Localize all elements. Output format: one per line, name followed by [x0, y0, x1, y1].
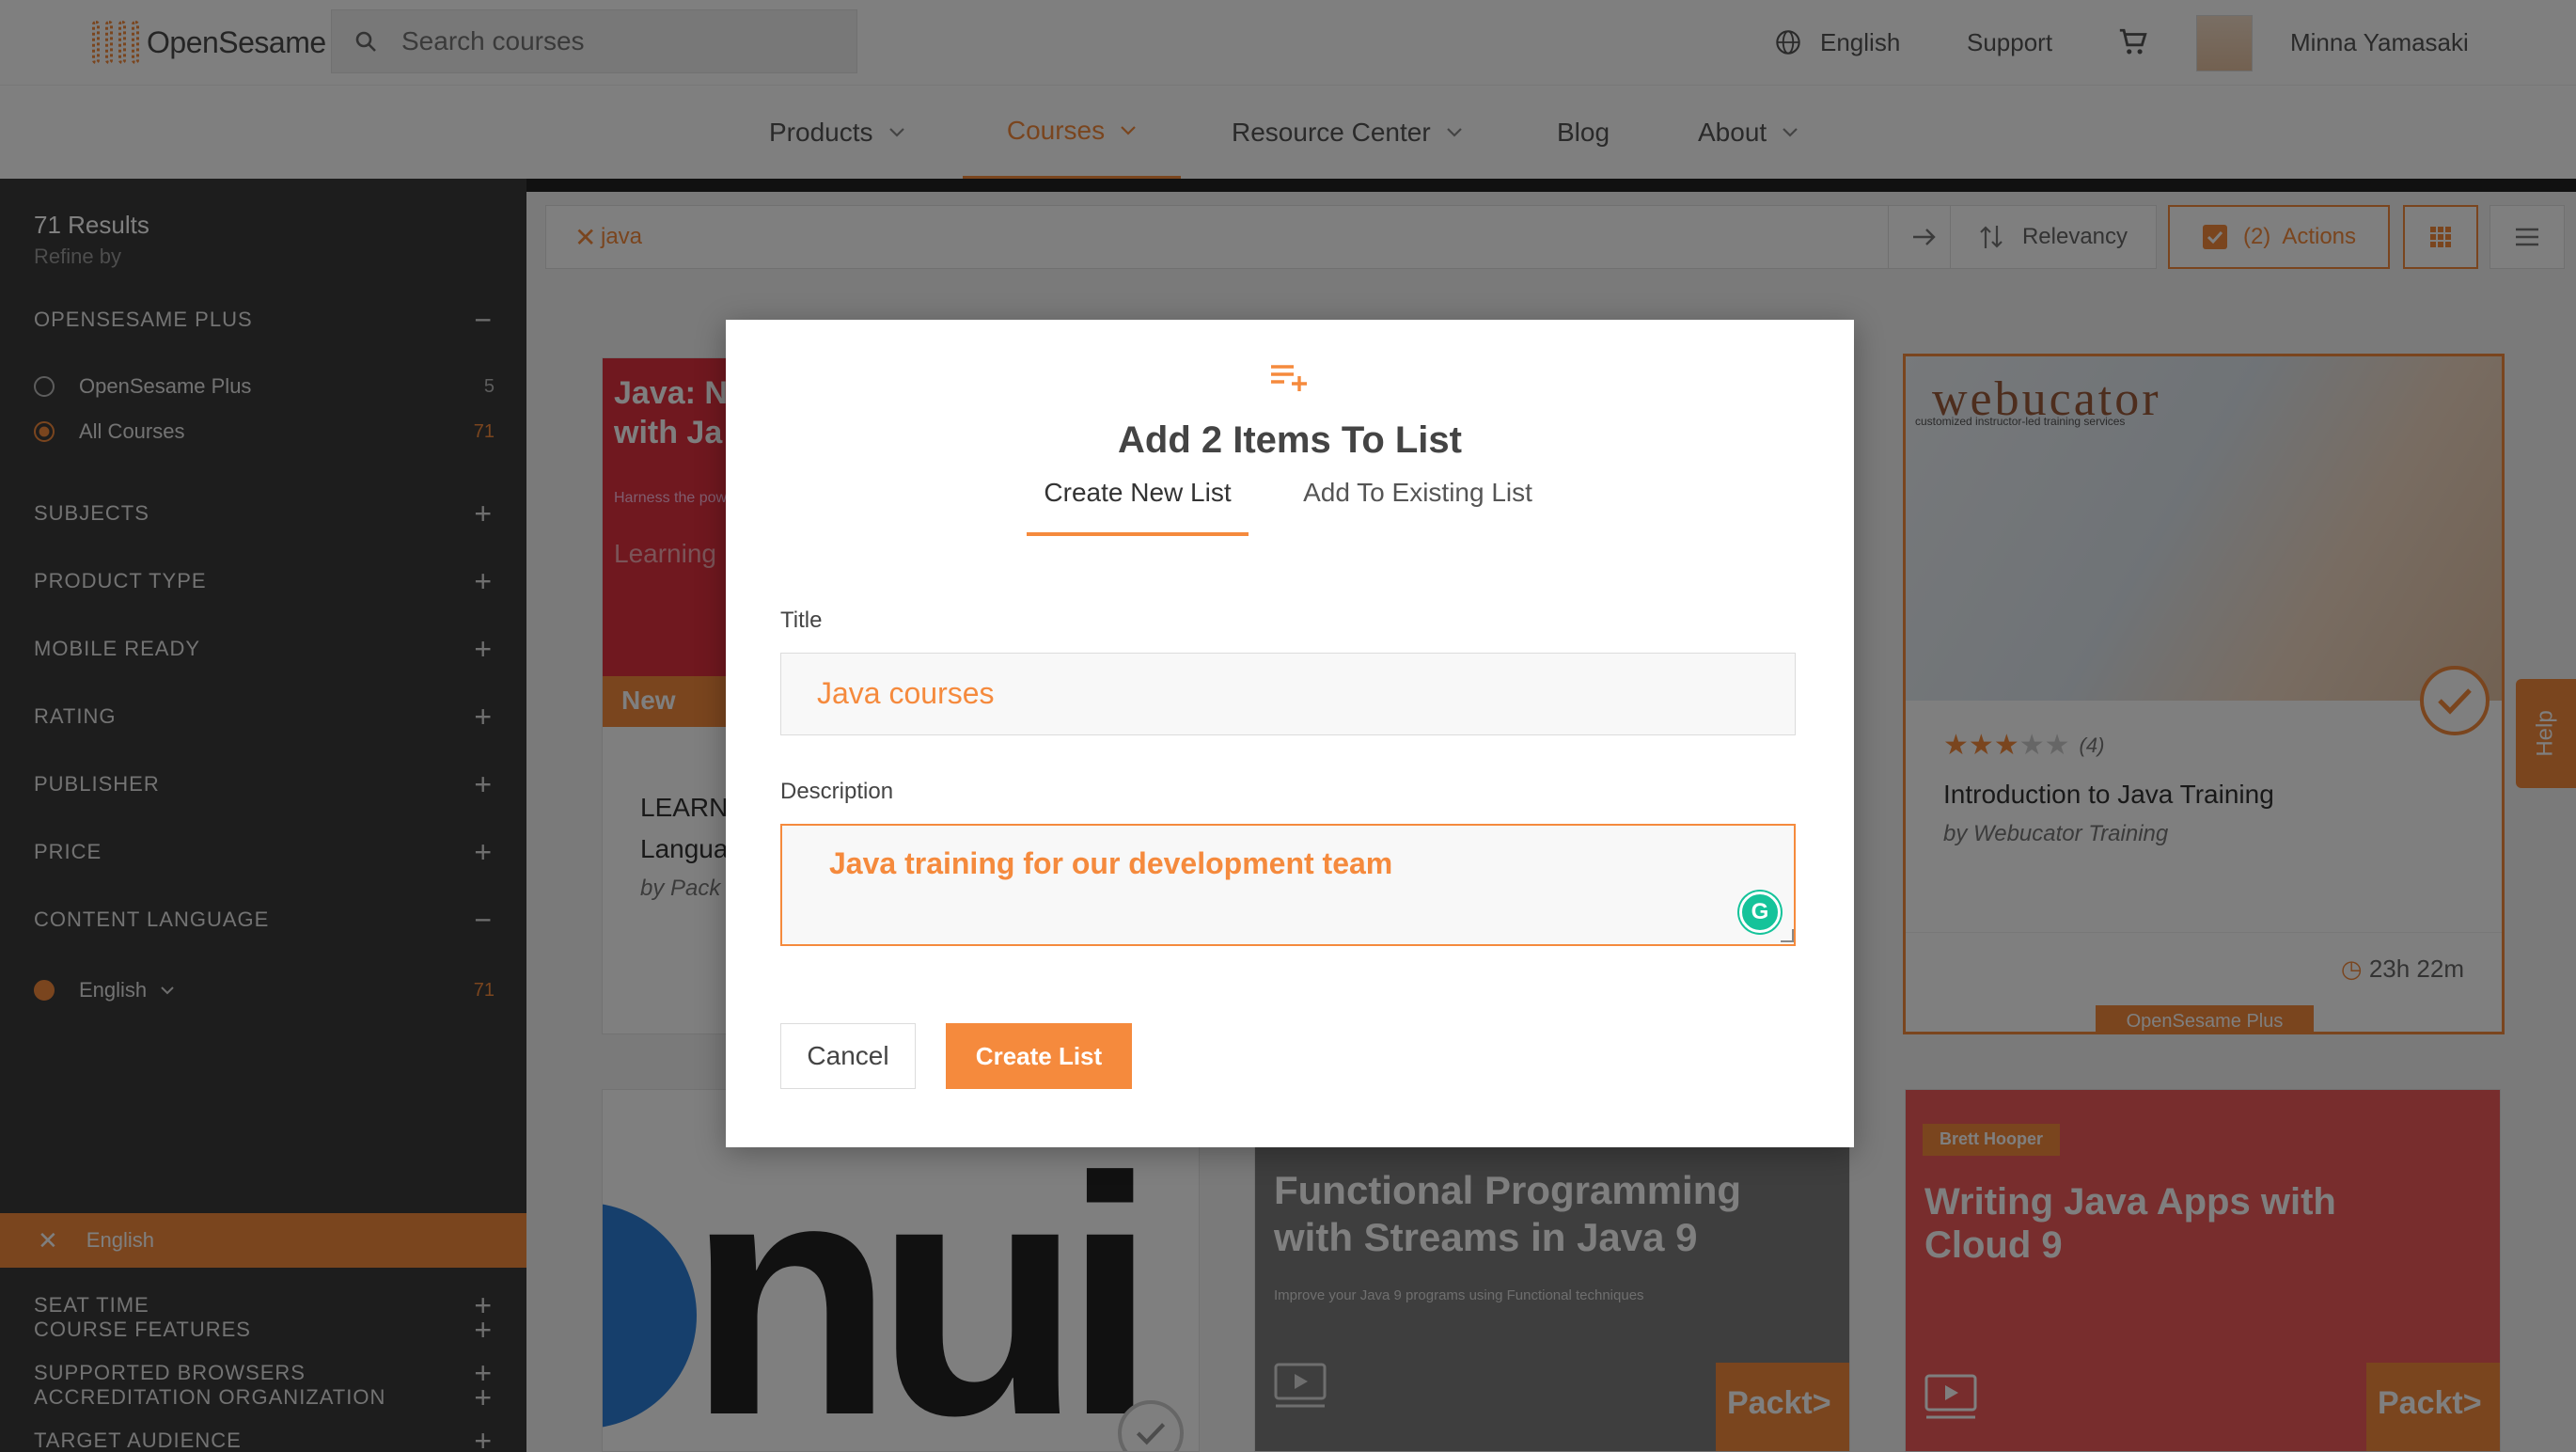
description-textarea[interactable]: Java training for our development team	[780, 824, 1796, 946]
resize-handle-icon[interactable]	[1781, 929, 1794, 942]
create-list-button[interactable]: Create List	[946, 1023, 1132, 1089]
tab-create-new-list[interactable]: Create New List	[1027, 478, 1249, 536]
playlist-add-icon	[1269, 363, 1311, 398]
cancel-button[interactable]: Cancel	[780, 1023, 916, 1089]
description-label: Description	[780, 779, 894, 804]
modal-title: Add 2 Items To List	[1118, 419, 1462, 461]
add-to-list-modal: Add 2 Items To List Create New List Add …	[726, 320, 1854, 1147]
title-label: Title	[780, 608, 823, 633]
tab-add-to-existing-list[interactable]: Add To Existing List	[1286, 478, 1549, 536]
title-input[interactable]: Java courses	[780, 653, 1796, 735]
grammarly-icon[interactable]: G	[1739, 892, 1781, 933]
